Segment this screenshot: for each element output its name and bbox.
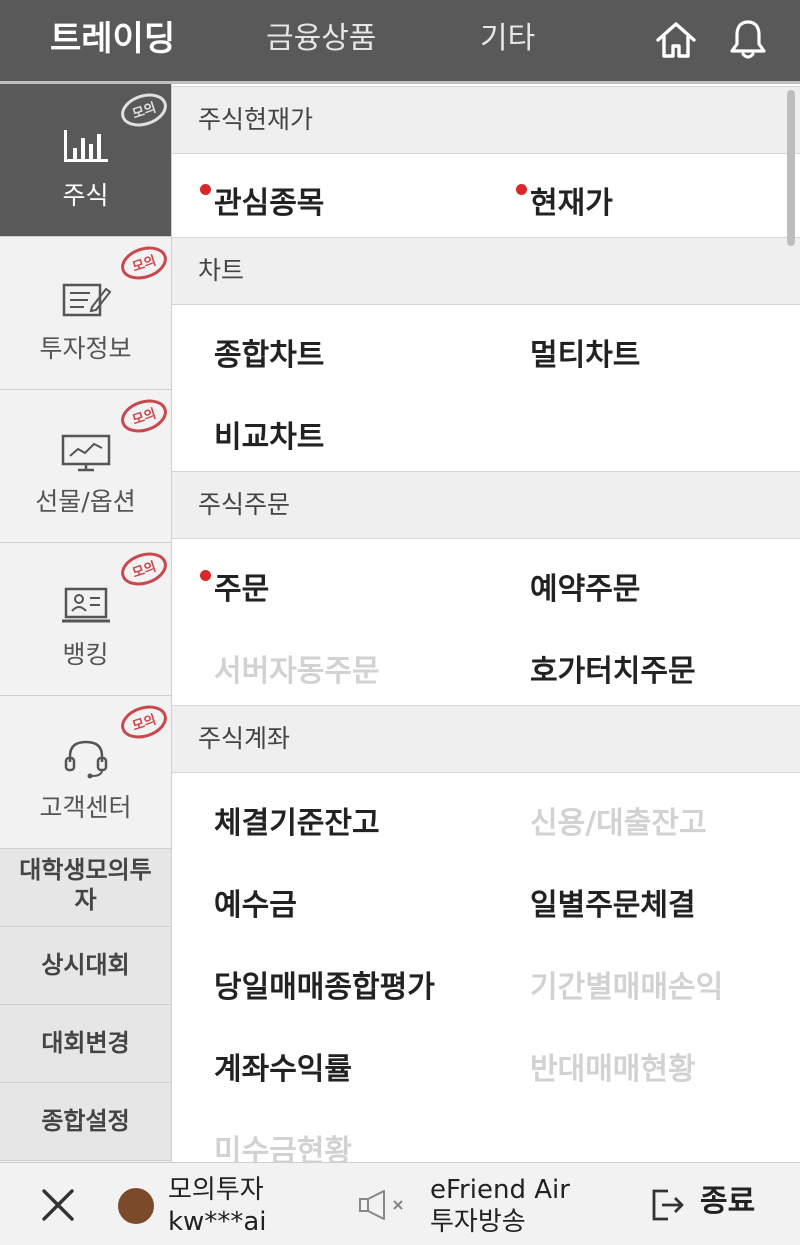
sidebar-item-settings[interactable]: 종합설정 xyxy=(0,1083,171,1161)
sidebar-item-university-mock[interactable]: 대학생모의투 자 xyxy=(0,849,171,927)
speaker-muted-icon[interactable] xyxy=(356,1189,414,1221)
bottom-bar: 모의투자 kw***ai eFriend Air 투자방송 종료 xyxy=(0,1162,800,1245)
menu-item-composite-chart[interactable]: 종합차트 xyxy=(214,330,324,374)
tab-trading[interactable]: 트레이딩 xyxy=(50,0,175,80)
menu-item-receivables-status: 미수금현황 xyxy=(214,1134,352,1162)
sidebar-item-label: 대회변경 xyxy=(41,1029,130,1057)
mock-stamp-icon: 모의 xyxy=(121,93,167,127)
laptop-profile-icon xyxy=(62,587,110,623)
user-id-label: kw***ai xyxy=(168,1207,267,1237)
menu-item-watchlist[interactable]: 관심종목 xyxy=(200,178,324,222)
bell-icon[interactable] xyxy=(724,16,772,64)
new-badge-dot xyxy=(516,184,527,195)
menu-item-credit-loan-balance: 신용/대출잔고 xyxy=(530,806,707,841)
menu-item-multi-chart[interactable]: 멀티차트 xyxy=(530,330,640,374)
menu-item-deposit[interactable]: 예수금 xyxy=(214,880,297,924)
exit-button[interactable]: 종료 xyxy=(700,1187,755,1217)
document-edit-icon xyxy=(62,283,112,317)
menu-item-current-price[interactable]: 현재가 xyxy=(516,178,613,222)
svg-text:모의: 모의 xyxy=(130,406,158,429)
new-badge-dot xyxy=(200,184,211,195)
new-badge-dot xyxy=(200,570,211,581)
tab-etc[interactable]: 기타 xyxy=(480,0,535,80)
menu-item-quote-touch-order[interactable]: 호가터치주문 xyxy=(530,646,696,690)
sidebar-item-regular-contest[interactable]: 상시대회 xyxy=(0,927,171,1005)
menu-item-compare-chart[interactable]: 비교차트 xyxy=(214,412,324,456)
close-icon[interactable] xyxy=(38,1185,78,1225)
broadcast-subtitle[interactable]: 투자방송 xyxy=(430,1207,526,1237)
exit-icon[interactable] xyxy=(650,1187,686,1223)
menu-item-server-auto-order: 서버자동주문 xyxy=(214,654,380,689)
monitor-chart-icon xyxy=(61,434,111,472)
sidebar-item-label: 상시대회 xyxy=(41,951,130,979)
sidebar-item-label: 종합설정 xyxy=(41,1107,130,1135)
sidebar-item-label: 뱅킹 xyxy=(62,640,109,669)
menu-item-period-pnl: 기간별매매손익 xyxy=(530,970,724,1005)
menu-content: 주식현재가 관심종목 현재가 차트 종합차트 멀티차트 비교차트 주식주문 주문… xyxy=(172,84,800,1162)
menu-item-reverse-trade-status: 반대매매현황 xyxy=(530,1052,696,1087)
account-type-label: 모의투자 xyxy=(168,1175,264,1205)
section-header-stock-price: 주식현재가 xyxy=(172,86,800,154)
menu-item-account-return[interactable]: 계좌수익률 xyxy=(214,1044,352,1088)
top-nav-bar: 트레이딩 금융상품 기타 xyxy=(0,0,800,84)
tab-financial-products[interactable]: 금융상품 xyxy=(266,0,376,80)
sidebar-item-banking[interactable]: 모의 뱅킹 xyxy=(0,543,171,696)
section-header-chart: 차트 xyxy=(172,237,800,305)
broadcast-title[interactable]: eFriend Air xyxy=(430,1175,570,1205)
svg-text:모의: 모의 xyxy=(130,712,158,735)
menu-item-daily-evaluation[interactable]: 당일매매종합평가 xyxy=(214,962,435,1006)
sidebar: 모의 주식 모의 투자정보 모의 선물/옵션 모의 뱅킹 모의 고객센터 대학생… xyxy=(0,84,172,1162)
sidebar-item-futures-options[interactable]: 모의 선물/옵션 xyxy=(0,390,171,543)
sidebar-item-label: 자 xyxy=(74,886,97,914)
avatar xyxy=(118,1188,154,1224)
svg-text:모의: 모의 xyxy=(130,253,158,276)
section-header-stock-order: 주식주문 xyxy=(172,471,800,539)
section-header-stock-account: 주식계좌 xyxy=(172,705,800,773)
sidebar-item-investment-info[interactable]: 모의 투자정보 xyxy=(0,237,171,390)
sidebar-item-label: 고객센터 xyxy=(39,793,132,822)
sidebar-item-label: 대학생모의투 xyxy=(19,856,152,884)
menu-item-reserved-order[interactable]: 예약주문 xyxy=(530,564,640,608)
scrollbar[interactable] xyxy=(787,90,795,246)
sidebar-item-label: 투자정보 xyxy=(39,334,132,363)
sidebar-item-label: 주식 xyxy=(62,181,109,210)
menu-item-order[interactable]: 주문 xyxy=(200,564,269,608)
sidebar-item-label: 선물/옵션 xyxy=(35,487,136,516)
mock-stamp-icon: 모의 xyxy=(121,399,167,433)
menu-item-daily-executions[interactable]: 일별주문체결 xyxy=(530,880,696,924)
svg-text:모의: 모의 xyxy=(130,100,158,123)
svg-text:모의: 모의 xyxy=(130,559,158,582)
mock-stamp-icon: 모의 xyxy=(121,246,167,280)
home-icon[interactable] xyxy=(652,16,700,64)
sidebar-item-change-contest[interactable]: 대회변경 xyxy=(0,1005,171,1083)
mock-stamp-icon: 모의 xyxy=(121,552,167,586)
bar-chart-icon xyxy=(64,130,108,162)
headset-icon xyxy=(64,740,108,779)
mock-stamp-icon: 모의 xyxy=(121,705,167,739)
sidebar-item-customer-center[interactable]: 모의 고객센터 xyxy=(0,696,171,849)
menu-item-balance[interactable]: 체결기준잔고 xyxy=(214,798,380,842)
sidebar-item-stock[interactable]: 모의 주식 xyxy=(0,84,171,237)
